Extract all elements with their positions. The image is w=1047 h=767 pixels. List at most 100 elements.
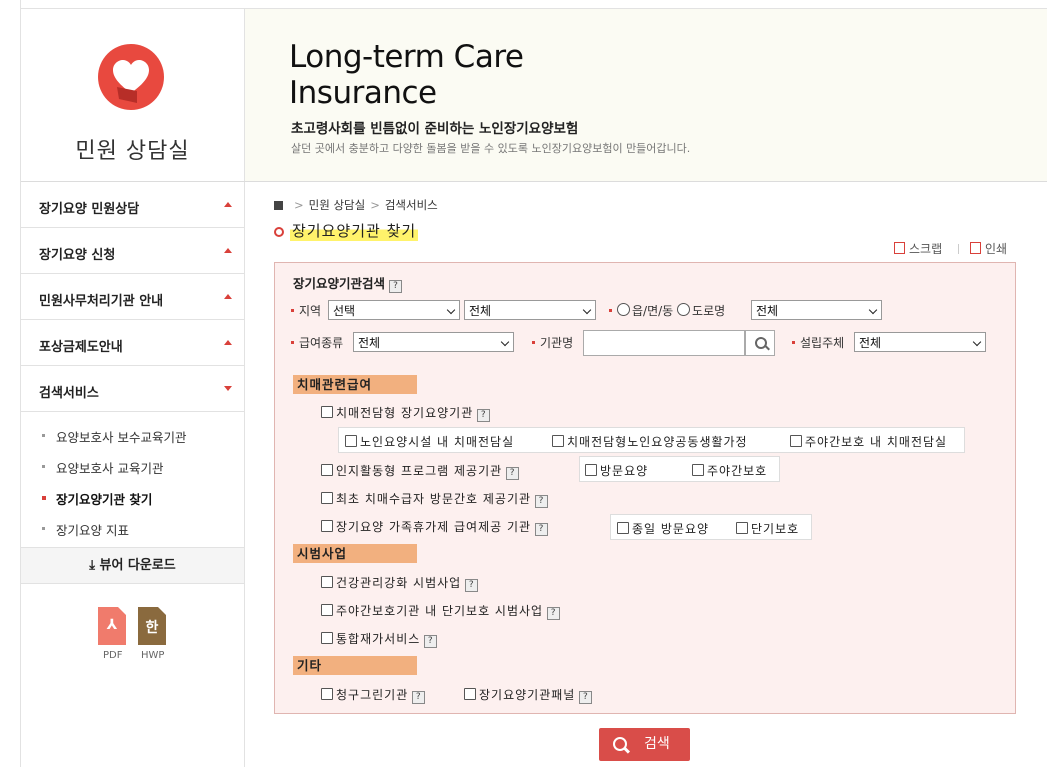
check-label: 노인요양시설 내 치매전담실 <box>360 435 515 449</box>
help-icon[interactable]: ? <box>547 607 561 620</box>
heart-logo-icon <box>98 44 164 110</box>
check-green-billing[interactable]: 청구그린기관? <box>321 686 426 704</box>
banner-title: Long-term Care Insurance <box>289 39 524 111</box>
submenu-item-care-training-edu[interactable]: 요양보호사 보수교육기관 <box>21 426 244 457</box>
help-icon[interactable]: ? <box>465 579 479 592</box>
check-label: 청구그린기관 <box>336 688 409 702</box>
scrap-button[interactable]: 스크랩 <box>894 240 942 257</box>
check-label: 종일 방문요양 <box>632 522 710 536</box>
breadcrumb-item[interactable]: 민원 상담실 <box>309 198 366 212</box>
search-icon <box>755 337 767 349</box>
viewer-download-button[interactable]: ⤓ 뷰어 다운로드 <box>21 547 244 584</box>
help-icon[interactable]: ? <box>477 409 491 422</box>
checkbox[interactable] <box>552 435 564 447</box>
sidebar-item-consult[interactable]: 장기요양 민원상담 <box>21 182 244 228</box>
sidebar-item-search-service[interactable]: 검색서비스 <box>21 366 244 412</box>
founder-label-text: 설립주체 <box>800 336 845 350</box>
check-facility-panel[interactable]: 장기요양기관패널? <box>464 686 593 704</box>
submenu-item-care-edu[interactable]: 요양보호사 교육기관 <box>21 457 244 488</box>
checkbox[interactable] <box>321 604 333 616</box>
submenu-item-find-facility[interactable]: 장기요양기관 찾기 <box>21 488 244 519</box>
check-dementia-group-home[interactable]: 치매전담형노인요양공동생활가정 <box>552 433 748 450</box>
check-home-visit-care[interactable]: 방문요양 <box>585 462 648 479</box>
page-title-text: 장기요양기관 찾기 <box>290 220 419 241</box>
pdf-viewer-icon[interactable]: ⅄ <box>98 607 126 645</box>
check-health-pilot[interactable]: 건강관리강화 시범사업? <box>321 574 479 592</box>
checkbox[interactable] <box>790 435 802 447</box>
help-icon[interactable]: ? <box>389 280 403 293</box>
checkbox[interactable] <box>321 688 333 700</box>
check-family-vacation[interactable]: 장기요양 가족휴가제 급여제공 기관? <box>321 518 549 536</box>
checkbox[interactable] <box>321 520 333 532</box>
org-search-button[interactable] <box>745 330 775 356</box>
print-button[interactable]: 인쇄 <box>970 240 1007 257</box>
search-button[interactable]: 검색 <box>599 728 690 761</box>
hwp-viewer-icon[interactable]: 한 <box>138 607 166 645</box>
section-pilot: 시범사업 <box>293 544 417 563</box>
submenu-item-indicators[interactable]: 장기요양 지표 <box>21 519 244 550</box>
help-icon[interactable]: ? <box>535 523 549 536</box>
founder-select[interactable]: 전체 <box>854 332 986 352</box>
checkbox[interactable] <box>321 632 333 644</box>
check-label: 최초 치매수급자 방문간호 제공기관 <box>336 492 532 506</box>
checkbox[interactable] <box>321 492 333 504</box>
required-dot <box>291 341 294 344</box>
region-sigungu-select[interactable]: 전체 <box>464 300 596 320</box>
bullet-icon <box>42 496 46 500</box>
sidebar-item-office-guide[interactable]: 민원사무처리기관 안내 <box>21 274 244 320</box>
checkbox[interactable] <box>321 406 333 418</box>
radio-eupmyeondong[interactable] <box>617 303 630 316</box>
checkbox[interactable] <box>617 522 629 534</box>
check-short-term-care[interactable]: 단기보호 <box>736 520 799 537</box>
util-separator <box>958 244 959 254</box>
sidebar-item-label: 민원사무처리기관 안내 <box>39 294 164 309</box>
check-integrated-home-service[interactable]: 통합재가서비스? <box>321 630 438 648</box>
check-dementia-facility[interactable]: 치매전담형 장기요양기관? <box>321 404 491 422</box>
caret-up-icon <box>224 248 232 253</box>
help-icon[interactable]: ? <box>579 691 593 704</box>
sidebar-item-apply[interactable]: 장기요양 신청 <box>21 228 244 274</box>
org-name-input[interactable] <box>583 330 745 356</box>
breadcrumb-item[interactable]: 검색서비스 <box>385 198 438 212</box>
check-first-dementia-nursing[interactable]: 최초 치매수급자 방문간호 제공기관? <box>321 490 549 508</box>
radio-road-name[interactable] <box>677 303 691 316</box>
check-cognitive-program[interactable]: 인지활동형 프로그램 제공기관? <box>321 462 520 480</box>
address-detail-select[interactable]: 전체 <box>751 300 882 320</box>
sidebar-item-reward[interactable]: 포상금제도안내 <box>21 320 244 366</box>
fold-corner <box>118 607 126 615</box>
checkbox[interactable] <box>321 464 333 476</box>
checkbox[interactable] <box>321 576 333 588</box>
benefit-type-select[interactable]: 전체 <box>353 332 514 352</box>
logo-box[interactable]: 민원 상담실 <box>21 9 245 181</box>
banner-description: 살던 곳에서 충분하고 다양한 돌봄을 받을 수 있도록 노인장기요양보험이 만… <box>291 142 691 155</box>
radio-eupmyeondong-label: 읍/면/동 <box>632 304 674 318</box>
help-icon[interactable]: ? <box>412 691 426 704</box>
section-etc: 기타 <box>293 656 417 675</box>
search-icon <box>613 737 627 751</box>
fold-corner <box>158 607 166 615</box>
region-sido-select[interactable]: 선택 <box>328 300 460 320</box>
checkbox[interactable] <box>345 435 357 447</box>
checkbox[interactable] <box>464 688 476 700</box>
viewer-download-label: 뷰어 다운로드 <box>99 558 176 573</box>
check-nursing-home-dementia[interactable]: 노인요양시설 내 치매전담실 <box>345 433 514 450</box>
chevron-down-icon <box>972 337 982 347</box>
check-label: 주야간보호기관 내 단기보호 시범사업 <box>336 604 544 618</box>
check-daycare-shortterm-pilot[interactable]: 주야간보호기관 내 단기보호 시범사업? <box>321 602 561 620</box>
check-daycare-dementia[interactable]: 주야간보호 내 치매전담실 <box>790 433 947 450</box>
bullet-icon <box>42 434 45 437</box>
pdf-label: PDF <box>103 650 123 661</box>
checkbox[interactable] <box>585 464 597 476</box>
check-label: 단기보호 <box>751 522 800 536</box>
check-full-day-visit[interactable]: 종일 방문요양 <box>617 520 709 537</box>
home-icon[interactable] <box>274 201 283 210</box>
help-icon[interactable]: ? <box>424 635 438 648</box>
help-icon[interactable]: ? <box>506 467 520 480</box>
checkbox[interactable] <box>736 522 748 534</box>
benefit-type-value: 전체 <box>358 336 381 350</box>
region-sido-value: 선택 <box>333 304 356 318</box>
check-day-night-care[interactable]: 주야간보호 <box>692 462 767 479</box>
caret-down-icon <box>224 386 232 391</box>
checkbox[interactable] <box>692 464 704 476</box>
help-icon[interactable]: ? <box>535 495 549 508</box>
